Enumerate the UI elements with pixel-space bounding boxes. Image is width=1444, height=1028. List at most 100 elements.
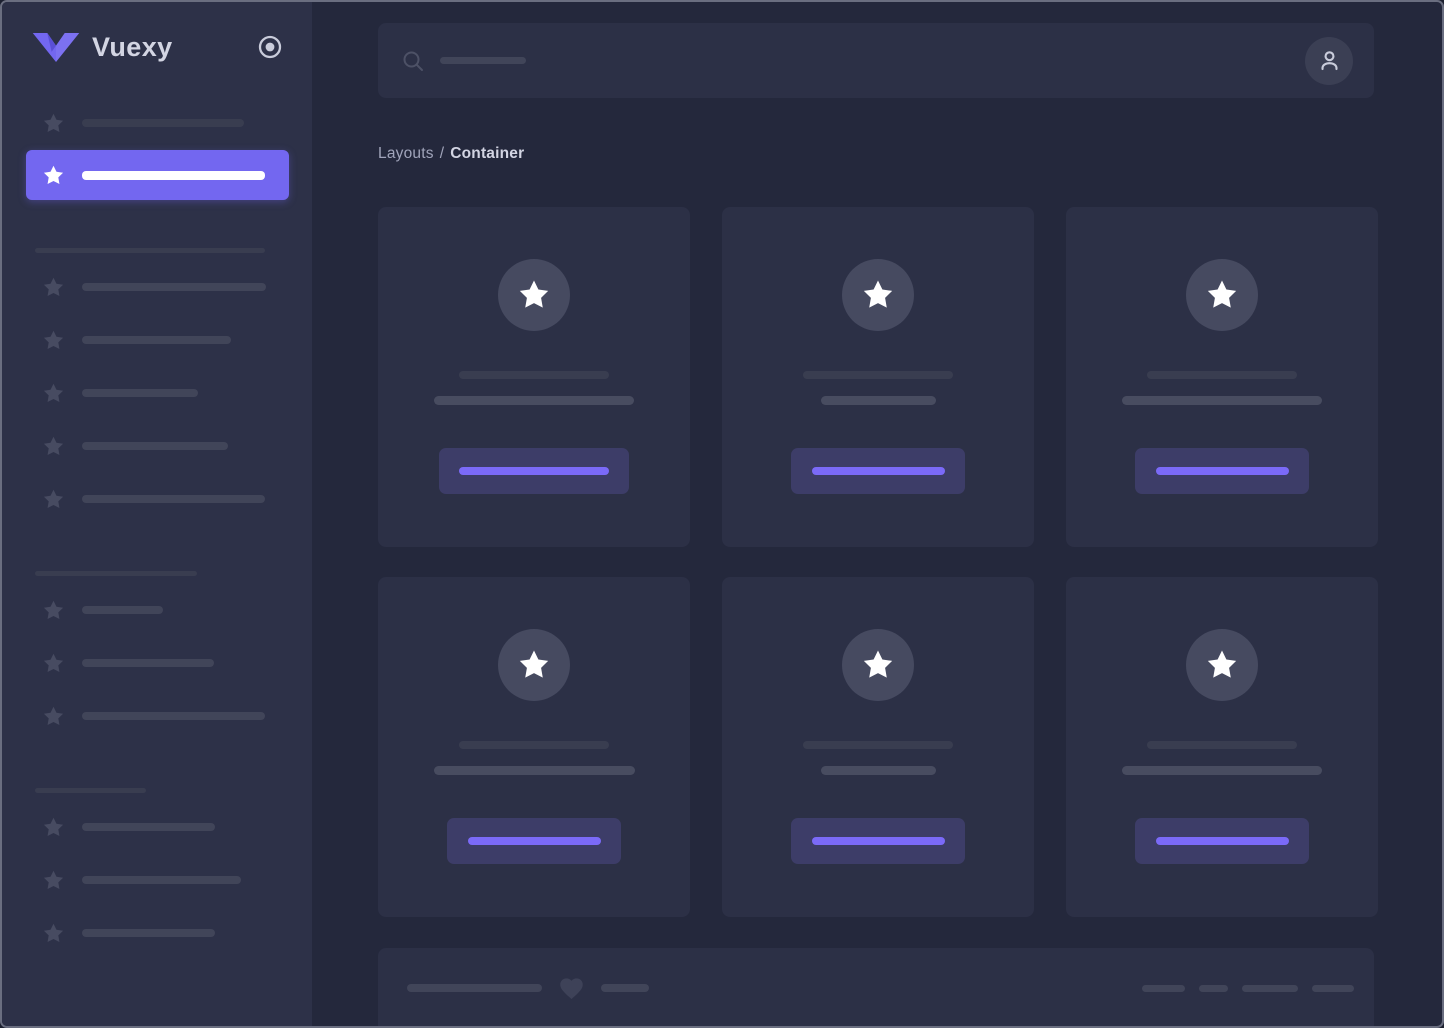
card-action-button[interactable] <box>439 448 629 494</box>
breadcrumb-separator: / <box>439 145 445 162</box>
sidebar-item-label-skeleton <box>82 495 265 503</box>
sidebar-item[interactable] <box>42 325 288 355</box>
search-placeholder-skeleton <box>440 57 526 64</box>
star-icon <box>863 650 893 678</box>
card-avatar <box>842 629 914 701</box>
footer-links <box>1142 984 1354 992</box>
card-action-button[interactable] <box>791 818 965 864</box>
sidebar-item-label-skeleton <box>82 659 214 667</box>
star-icon <box>863 280 893 308</box>
button-label-skeleton <box>1155 837 1289 845</box>
card-avatar <box>498 259 570 331</box>
card <box>1066 207 1378 547</box>
sidebar-item[interactable] <box>42 701 288 731</box>
footer-credit-skeleton <box>601 984 649 992</box>
sidebar-item-label-skeleton <box>82 442 228 450</box>
nav-heading-skeleton <box>35 248 265 253</box>
menu-pin-toggle-icon[interactable] <box>256 33 284 61</box>
card-avatar <box>1186 629 1258 701</box>
sidebar-item[interactable] <box>42 595 288 625</box>
user-avatar-button[interactable] <box>1305 36 1353 85</box>
star-icon <box>1207 650 1237 678</box>
button-label-skeleton <box>811 467 945 475</box>
footer-link-skeleton <box>1312 984 1354 992</box>
card-title-skeleton <box>803 741 953 749</box>
button-label-skeleton <box>459 467 609 475</box>
card-title-skeleton <box>1147 371 1297 379</box>
sidebar-item[interactable] <box>42 108 288 138</box>
card-avatar <box>842 259 914 331</box>
sidebar-item-label-skeleton <box>82 712 265 720</box>
sidebar-item-label-skeleton <box>82 606 163 614</box>
sidebar-item-label-skeleton <box>82 283 266 291</box>
star-icon <box>43 653 64 672</box>
sidebar-item[interactable] <box>42 484 288 514</box>
sidebar-section <box>2 248 312 514</box>
footer <box>378 948 1374 1026</box>
star-icon <box>43 600 64 619</box>
heart-icon <box>558 975 585 1002</box>
search-input[interactable] <box>401 23 1305 98</box>
star-icon <box>43 277 64 296</box>
card-action-button[interactable] <box>447 818 621 864</box>
card <box>722 207 1034 547</box>
vuexy-logo-icon <box>32 32 80 63</box>
cards-grid <box>378 207 1378 917</box>
card <box>378 577 690 917</box>
main-content: Layouts / Container <box>312 2 1442 1026</box>
sidebar-item-label-skeleton <box>82 119 244 127</box>
sidebar-item[interactable] <box>42 812 288 842</box>
button-label-skeleton <box>811 837 945 845</box>
card-action-button[interactable] <box>791 448 965 494</box>
sidebar-item-label-skeleton <box>82 929 215 937</box>
card <box>722 577 1034 917</box>
card-text-skeleton <box>433 766 635 775</box>
card-title-skeleton <box>1147 741 1297 749</box>
breadcrumb-current: Container <box>450 145 525 162</box>
card-action-button[interactable] <box>1135 448 1309 494</box>
card-text-skeleton <box>1122 766 1322 775</box>
footer-link-skeleton <box>1142 984 1185 992</box>
button-label-skeleton <box>1155 467 1289 475</box>
sidebar-item[interactable] <box>42 431 288 461</box>
sidebar-section <box>2 788 312 948</box>
breadcrumb: Layouts / Container <box>378 145 1374 163</box>
star-icon <box>519 650 549 678</box>
star-icon <box>43 817 64 836</box>
sidebar-item[interactable] <box>42 648 288 678</box>
sidebar-item-label-skeleton <box>82 876 241 884</box>
sidebar-item[interactable] <box>42 272 288 302</box>
footer-copyright-skeleton <box>407 984 542 992</box>
star-icon <box>1207 280 1237 308</box>
star-icon <box>43 383 64 402</box>
app-root: Vuexy Layouts / Container <box>0 0 1444 1028</box>
user-icon <box>1320 51 1338 71</box>
card-text-skeleton <box>434 396 634 405</box>
star-icon <box>43 706 64 725</box>
sidebar-item[interactable] <box>42 378 288 408</box>
sidebar-item[interactable] <box>42 918 288 948</box>
card <box>1066 577 1378 917</box>
breadcrumb-parent[interactable]: Layouts <box>378 145 434 162</box>
sidebar-item-label-skeleton <box>82 170 265 180</box>
sidebar-item[interactable] <box>42 865 288 895</box>
star-icon <box>519 280 549 308</box>
card-text-skeleton <box>820 766 936 775</box>
sidebar-nav <box>2 108 312 948</box>
star-icon <box>43 436 64 455</box>
footer-link-skeleton <box>1242 984 1298 992</box>
star-icon <box>43 330 64 349</box>
brand-title: Vuexy <box>92 31 173 62</box>
card-title-skeleton <box>459 741 609 749</box>
sidebar-header: Vuexy <box>2 2 312 92</box>
sidebar-item-label-skeleton <box>82 823 215 831</box>
card-avatar <box>498 629 570 701</box>
star-icon <box>43 923 64 942</box>
card-action-button[interactable] <box>1135 818 1309 864</box>
card-text-skeleton <box>1122 396 1322 405</box>
sidebar-section <box>2 571 312 731</box>
sidebar-item-active[interactable] <box>26 150 289 200</box>
topbar <box>378 23 1374 98</box>
card <box>378 207 690 547</box>
sidebar-item-label-skeleton <box>82 336 231 344</box>
